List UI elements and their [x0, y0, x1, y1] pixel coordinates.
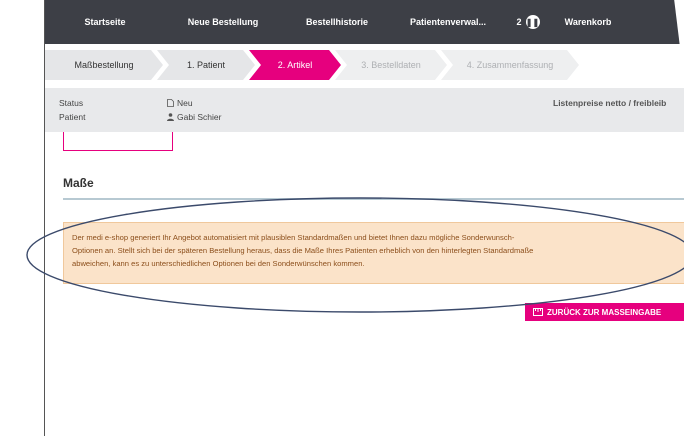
previous-field-box	[63, 132, 173, 151]
ruler-icon	[533, 308, 543, 316]
section-title-measurements: Maße	[63, 176, 94, 190]
back-to-measurement-button[interactable]: ZURÜCK ZUR MASSEINGABE	[525, 303, 684, 321]
nav-new-order[interactable]: Neue Bestellung	[165, 17, 281, 27]
section-divider	[63, 198, 684, 200]
user-icon	[167, 113, 174, 121]
notice-line-1: Der medi e-shop generiert Ihr Angebot au…	[72, 233, 515, 242]
order-progress-steps: Maßbestellung 1. Patient 2. Artikel 3. B…	[45, 50, 684, 80]
notice-line-3: abweichen, kann es zu unterschiedlichen …	[72, 259, 365, 268]
notice-line-2: Optionen an. Stellt sich bei der spätere…	[72, 246, 534, 255]
patient-label: Patient	[59, 112, 86, 122]
patient-name: Gabi Schier	[177, 112, 222, 122]
step-summary: 4. Zusammenfassung	[441, 50, 579, 80]
brand-logo	[674, 0, 684, 44]
nav-order-history[interactable]: Bestellhistorie	[281, 17, 393, 27]
nav-cart[interactable]: Warenkorb	[553, 17, 623, 27]
order-info-panel: Status Neu Patient Gabi Schier Listenpre…	[45, 88, 684, 132]
step-custom-order[interactable]: Maßbestellung	[45, 50, 163, 80]
step-patient[interactable]: 1. Patient	[157, 50, 255, 80]
patient-value: Gabi Schier	[167, 112, 221, 122]
status-value: Neu	[167, 98, 193, 108]
top-navigation: Startseite Neue Bestellung Bestellhistor…	[45, 0, 684, 44]
document-icon	[167, 99, 174, 107]
nav-notifications[interactable]: 2 ❚❚	[503, 15, 553, 29]
nav-home[interactable]: Startseite	[45, 17, 165, 27]
price-note: Listenpreise netto / freibleib	[553, 98, 667, 108]
measurement-notice: Der medi e-shop generiert Ihr Angebot au…	[63, 222, 684, 284]
pause-icon: ❚❚	[525, 15, 540, 29]
app-window: Startseite Neue Bestellung Bestellhistor…	[44, 0, 684, 436]
status-text: Neu	[177, 98, 193, 108]
step-order-data: 3. Bestelldaten	[335, 50, 447, 80]
notification-count: 2	[516, 17, 522, 27]
status-label: Status	[59, 98, 84, 108]
nav-patient-management[interactable]: Patientenverwal...	[393, 17, 503, 27]
step-article[interactable]: 2. Artikel	[249, 50, 341, 80]
back-button-label: ZURÜCK ZUR MASSEINGABE	[547, 307, 662, 317]
